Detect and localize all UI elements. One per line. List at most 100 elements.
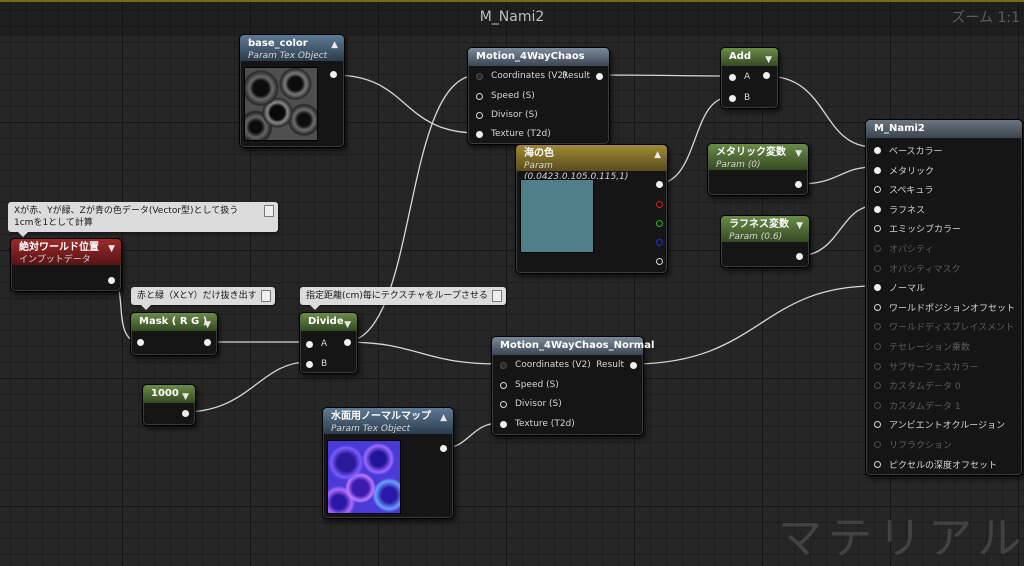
sea-color-output-g[interactable] [650, 220, 663, 227]
output-pin-alpha[interactable] [656, 258, 663, 265]
node-material-result[interactable]: M_Nami2 ベースカラー メタリック スペキュラ ラフネス エミッシブカラー オパシテ… [865, 119, 1023, 476]
node-motion-4waychaos-normal[interactable]: Motion_4WayChaos_Normal Coordinates (V2)… [491, 336, 654, 436]
collapse-down-icon[interactable]: ▼ [796, 219, 803, 233]
motion2-input-divisor[interactable]: Divisor (S) [500, 399, 562, 409]
input-pin[interactable] [874, 225, 881, 233]
normal-map-output[interactable] [434, 445, 447, 452]
input-pin[interactable] [874, 303, 881, 311]
input-pin[interactable] [874, 460, 881, 468]
material-input-pin-row[interactable]: スペキュラ [874, 183, 933, 196]
mask-input[interactable] [137, 339, 152, 346]
motion1-input-coordinates[interactable]: Coordinates (V2) [476, 71, 567, 81]
metallic-output[interactable] [789, 181, 802, 188]
material-input-pin-row[interactable]: ワールドポジションオフセット [874, 301, 1015, 314]
sea-color-output-a[interactable] [650, 258, 663, 265]
input-pin[interactable] [137, 339, 144, 346]
motion2-input-texture[interactable]: Texture (T2d) [500, 419, 575, 429]
material-input-pin-row[interactable]: ラフネス [874, 203, 925, 216]
roughness-output[interactable] [790, 253, 803, 260]
comment-bubble-icon[interactable] [264, 205, 274, 217]
base-color-output[interactable] [324, 71, 337, 78]
input-pin[interactable] [306, 360, 313, 368]
input-pin[interactable] [476, 92, 483, 100]
output-pin[interactable] [763, 72, 770, 79]
output-pin[interactable] [795, 181, 802, 188]
comment-mask[interactable]: 赤と緑（XとY）だけ抜き出す [131, 287, 275, 310]
material-input-pin-row[interactable]: ベースカラー [874, 144, 943, 157]
collapse-up-icon[interactable]: ▲ [331, 38, 338, 52]
input-pin[interactable] [874, 186, 881, 194]
node-add[interactable]: Add ▼ A B [720, 47, 779, 109]
motion1-input-divisor[interactable]: Divisor (S) [476, 110, 538, 120]
input-pin[interactable] [476, 111, 483, 119]
motion1-input-texture[interactable]: Texture (T2d) [476, 129, 551, 139]
input-pin[interactable] [500, 400, 507, 408]
input-pin[interactable] [874, 147, 881, 154]
divide-output[interactable] [338, 339, 351, 346]
node-absolute-world-position[interactable]: 絶対ワールド位置 インプットデータ ▼ [10, 238, 122, 292]
node-roughness-param[interactable]: ラフネス変数 Param (0.6) ▼ [720, 215, 810, 268]
comment-world-position[interactable]: Xが赤、Yが緑、Zが青の色データ(Vector型)として扱う 1cmを1として計… [8, 202, 278, 237]
output-pin[interactable] [656, 181, 663, 188]
output-pin[interactable] [204, 339, 211, 346]
sea-color-output-r[interactable] [650, 201, 663, 208]
node-water-normal-map[interactable]: 水面用ノーマルマップ Param Tex Object ▲ [322, 407, 454, 519]
node-metallic-param[interactable]: メタリック変数 Param (0) ▼ [707, 143, 809, 196]
output-pin[interactable] [630, 361, 637, 369]
input-pin[interactable] [874, 166, 881, 174]
divide-input-a[interactable]: A [306, 339, 327, 349]
material-input-pin-row[interactable]: メタリック [874, 164, 934, 177]
output-pin[interactable] [796, 253, 803, 260]
output-pin[interactable] [344, 339, 351, 346]
output-pin[interactable] [596, 72, 603, 80]
material-input-pin-row[interactable]: ノーマル [874, 281, 925, 294]
material-input-pin-row[interactable]: アンビエントオクルージョン [874, 418, 1005, 431]
sea-color-output-b[interactable] [650, 239, 663, 246]
input-pin[interactable] [476, 72, 483, 80]
collapse-down-icon[interactable]: ▼ [344, 316, 351, 334]
material-input-pin-row[interactable]: ピクセルの深度オフセット [874, 458, 997, 471]
node-mask[interactable]: Mask ( R G ) ▼ [130, 312, 218, 356]
output-pin-red[interactable] [656, 201, 663, 208]
motion2-output-result[interactable]: Result [596, 360, 637, 370]
node-sea-color[interactable]: 海の色 Param (0.0423,0.105,0.115,1) ▲ [515, 144, 668, 274]
input-pin[interactable] [874, 421, 881, 429]
node-constant-1000[interactable]: 1000 ▼ [142, 384, 196, 426]
motion2-input-coordinates[interactable]: Coordinates (V2) [500, 360, 591, 370]
output-pin-blue[interactable] [656, 239, 663, 246]
output-pin[interactable] [108, 277, 115, 284]
motion1-input-speed[interactable]: Speed (S) [476, 91, 535, 101]
collapse-up-icon[interactable]: ▲ [440, 411, 447, 425]
node-divide[interactable]: Divide ▼ A B [299, 312, 358, 374]
motion1-output-result[interactable]: Result [562, 71, 603, 81]
add-input-b[interactable]: B [729, 93, 750, 103]
collapse-down-icon[interactable]: ▼ [765, 51, 772, 69]
input-pin[interactable] [500, 420, 507, 428]
node-base-color[interactable]: base_color Param Tex Object ▲ [239, 34, 345, 148]
input-pin[interactable] [476, 130, 483, 138]
motion2-input-speed[interactable]: Speed (S) [500, 380, 559, 390]
collapse-down-icon[interactable]: ▼ [204, 316, 211, 334]
input-pin[interactable] [729, 94, 736, 102]
comment-bubble-icon[interactable] [491, 290, 502, 302]
collapse-up-icon[interactable]: ▲ [654, 148, 661, 162]
comment-divide[interactable]: 指定距離(cm)毎にテクスチャをループさせる [300, 287, 506, 310]
mask-output[interactable] [198, 339, 211, 346]
output-pin[interactable] [330, 71, 337, 78]
input-pin[interactable] [874, 205, 881, 213]
collapse-down-icon[interactable]: ▼ [795, 147, 802, 161]
input-pin[interactable] [500, 361, 507, 369]
add-input-a[interactable]: A [729, 72, 750, 82]
output-pin[interactable] [182, 410, 189, 417]
input-pin[interactable] [729, 73, 736, 81]
collapse-down-icon[interactable]: ▼ [108, 242, 115, 256]
output-pin-green[interactable] [656, 220, 663, 227]
input-pin[interactable] [500, 381, 507, 389]
material-input-pin-row[interactable]: エミッシブカラー [874, 222, 961, 235]
constant-output[interactable] [176, 410, 189, 417]
divide-input-b[interactable]: B [306, 359, 327, 369]
input-pin[interactable] [306, 340, 313, 348]
sea-color-output-rgb[interactable] [650, 181, 663, 188]
input-pin[interactable] [874, 284, 881, 292]
world-output[interactable] [102, 277, 115, 284]
